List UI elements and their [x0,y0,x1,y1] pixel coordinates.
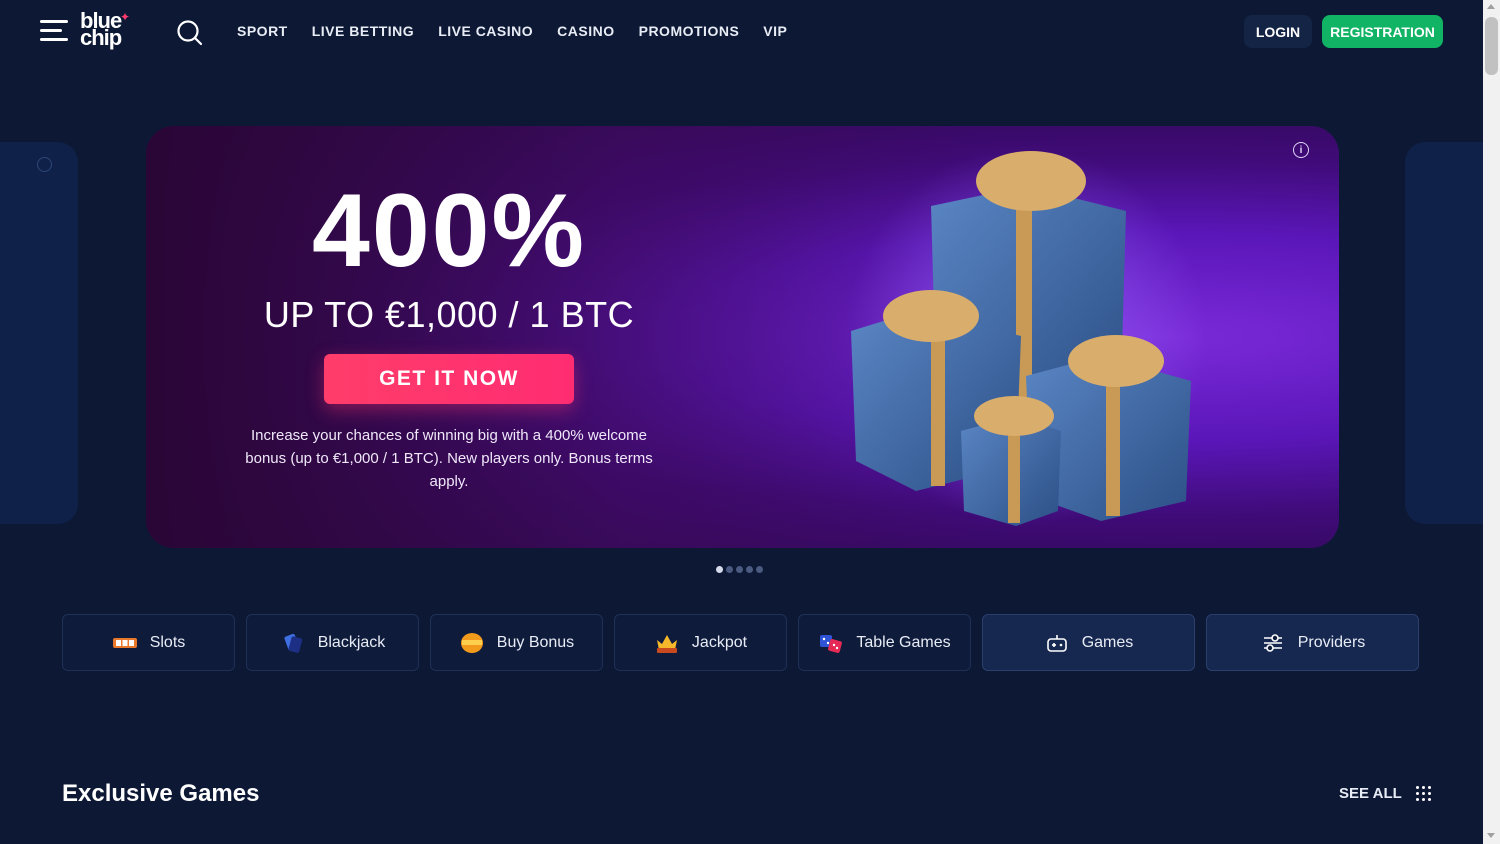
slider-dot[interactable] [746,566,753,573]
registration-button[interactable]: REGISTRATION [1322,15,1443,48]
buy-bonus-icon [459,632,485,654]
top-header: blue chip ✦ SPORT LIVE BETTING LIVE CASI… [0,0,1483,62]
category-slots[interactable]: Slots [62,614,235,671]
nav-live-betting[interactable]: LIVE BETTING [312,23,414,39]
category-table-games[interactable]: Table Games [798,614,971,671]
slider-dot[interactable] [736,566,743,573]
jackpot-icon [654,632,680,654]
logo-star-icon: ✦ [119,10,130,24]
slots-icon [112,632,138,654]
category-label: Table Games [856,633,951,651]
scroll-thumb[interactable] [1485,17,1498,75]
menu-icon[interactable] [40,20,68,42]
promo-headline: 400% [312,173,586,289]
category-label: Buy Bonus [496,633,575,651]
scrollbar[interactable] [1483,0,1500,844]
promo-subheadline: UP TO €1,000 / 1 BTC [263,294,635,335]
category-games[interactable]: Games [982,614,1195,671]
category-buy-bonus[interactable]: Buy Bonus [430,614,603,671]
category-label: Providers [1297,633,1366,651]
blackjack-icon [280,632,306,654]
info-icon [37,157,52,172]
see-all-label: SEE ALL [1339,785,1402,802]
see-all-link[interactable]: SEE ALL [1339,785,1431,802]
nav-casino[interactable]: CASINO [557,23,614,39]
category-jackpot[interactable]: Jackpot [614,614,787,671]
nav-vip[interactable]: VIP [763,23,787,39]
slider-dots [716,566,763,573]
promo-content: 400% UP TO €1,000 / 1 BTC GET IT NOW Inc… [216,176,682,493]
main-nav: SPORT LIVE BETTING LIVE CASINO CASINO PR… [237,0,787,62]
category-bar: Slots Blackjack Buy Bonus Jackpot Table … [62,614,1419,671]
info-icon[interactable]: i [1293,142,1309,158]
providers-icon [1260,632,1286,654]
gift-boxes-image [846,146,1206,526]
category-blackjack[interactable]: Blackjack [246,614,419,671]
category-label: Blackjack [317,633,386,651]
slider-dot[interactable] [756,566,763,573]
promo-banner[interactable]: i 400% UP TO €1,000 / 1 BTC GET IT NOW I… [146,126,1339,548]
slider-dot[interactable] [726,566,733,573]
promo-description: Increase your chances of winning big wit… [245,427,653,490]
logo-line-2: chip [80,25,122,50]
gamepad-icon [1044,632,1070,654]
get-it-now-button[interactable]: GET IT NOW [324,354,574,404]
scroll-down-icon[interactable] [1487,833,1495,838]
table-games-icon [818,632,844,654]
nav-promotions[interactable]: PROMOTIONS [639,23,740,39]
category-providers[interactable]: Providers [1206,614,1419,671]
grid-icon [1415,786,1431,801]
nav-sport[interactable]: SPORT [237,23,288,39]
scroll-up-icon[interactable] [1487,4,1495,9]
logo[interactable]: blue chip ✦ [80,10,132,52]
category-label: Slots [149,633,186,651]
section-title: Exclusive Games [62,780,260,807]
previous-slide[interactable] [0,142,78,524]
nav-live-casino[interactable]: LIVE CASINO [438,23,533,39]
category-label: Jackpot [691,633,748,651]
search-icon[interactable] [176,19,204,47]
slider-dot[interactable] [716,566,723,573]
login-button[interactable]: LOGIN [1244,15,1312,48]
category-label: Games [1081,633,1134,651]
